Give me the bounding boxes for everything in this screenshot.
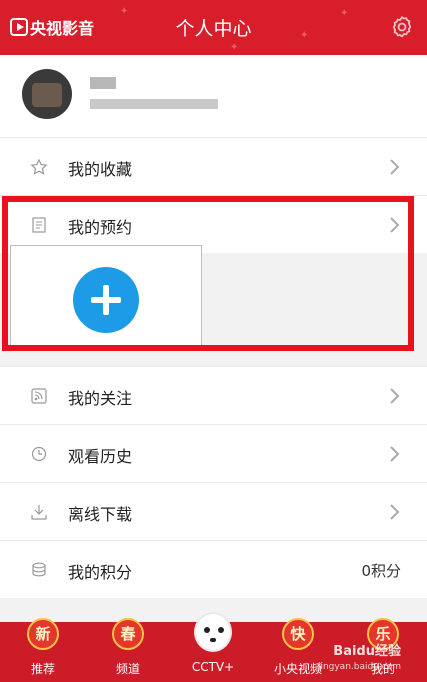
- menu-label: 观看历史: [68, 447, 133, 466]
- menu-label: 我的积分: [68, 563, 133, 582]
- chevron-right-icon: [390, 504, 400, 520]
- gear-icon[interactable]: [389, 14, 415, 40]
- mascot-dog-icon: [194, 612, 232, 652]
- menu-item-history[interactable]: 观看历史: [0, 424, 427, 482]
- coin-stack-icon: [32, 562, 46, 577]
- page-title: 个人中心: [175, 18, 252, 40]
- chevron-right-icon: [390, 159, 400, 175]
- tab-channels[interactable]: 春 频道: [93, 618, 163, 682]
- tab-label: 频道: [115, 662, 140, 676]
- points-value: 0积分: [361, 562, 401, 580]
- menu-item-downloads[interactable]: 离线下载: [0, 482, 427, 540]
- tab-label: CCTV+: [191, 660, 235, 674]
- spring-badge-icon: 春: [112, 618, 144, 650]
- menu-label: 离线下载: [68, 505, 133, 524]
- menu-item-following[interactable]: 我的关注: [0, 366, 427, 424]
- download-icon: [31, 505, 47, 520]
- clock-icon: [31, 446, 47, 462]
- new-badge-icon: 新: [27, 618, 59, 650]
- tab-recommend[interactable]: 新 推荐: [8, 618, 78, 682]
- feed-icon: [31, 388, 47, 404]
- tab-label: 推荐: [30, 662, 55, 676]
- app-header: ✦ ✦ ✦ ✦ 央视影音 个人中心: [0, 0, 427, 55]
- avatar[interactable]: [22, 69, 72, 119]
- menu-item-points[interactable]: 我的积分 0积分: [0, 540, 427, 598]
- star-icon: [30, 159, 48, 175]
- chevron-right-icon: [390, 388, 400, 404]
- profile-card[interactable]: [0, 55, 427, 137]
- menu-label: 我的关注: [68, 389, 133, 408]
- chevron-right-icon: [390, 446, 400, 462]
- fast-badge-icon: 快: [282, 618, 314, 650]
- menu-item-favorites[interactable]: 我的收藏: [0, 137, 427, 195]
- menu-label: 我的收藏: [68, 160, 133, 179]
- highlight-box: [2, 196, 414, 351]
- watermark: Baidu经验: [333, 644, 401, 659]
- user-id-blurred: [90, 99, 218, 109]
- username-blurred: [90, 77, 116, 89]
- watermark-url: jingyan.baidu.com: [317, 662, 401, 672]
- tab-short-video[interactable]: 快 小央视频: [263, 618, 333, 682]
- tab-cctv-plus[interactable]: CCTV+: [178, 612, 248, 682]
